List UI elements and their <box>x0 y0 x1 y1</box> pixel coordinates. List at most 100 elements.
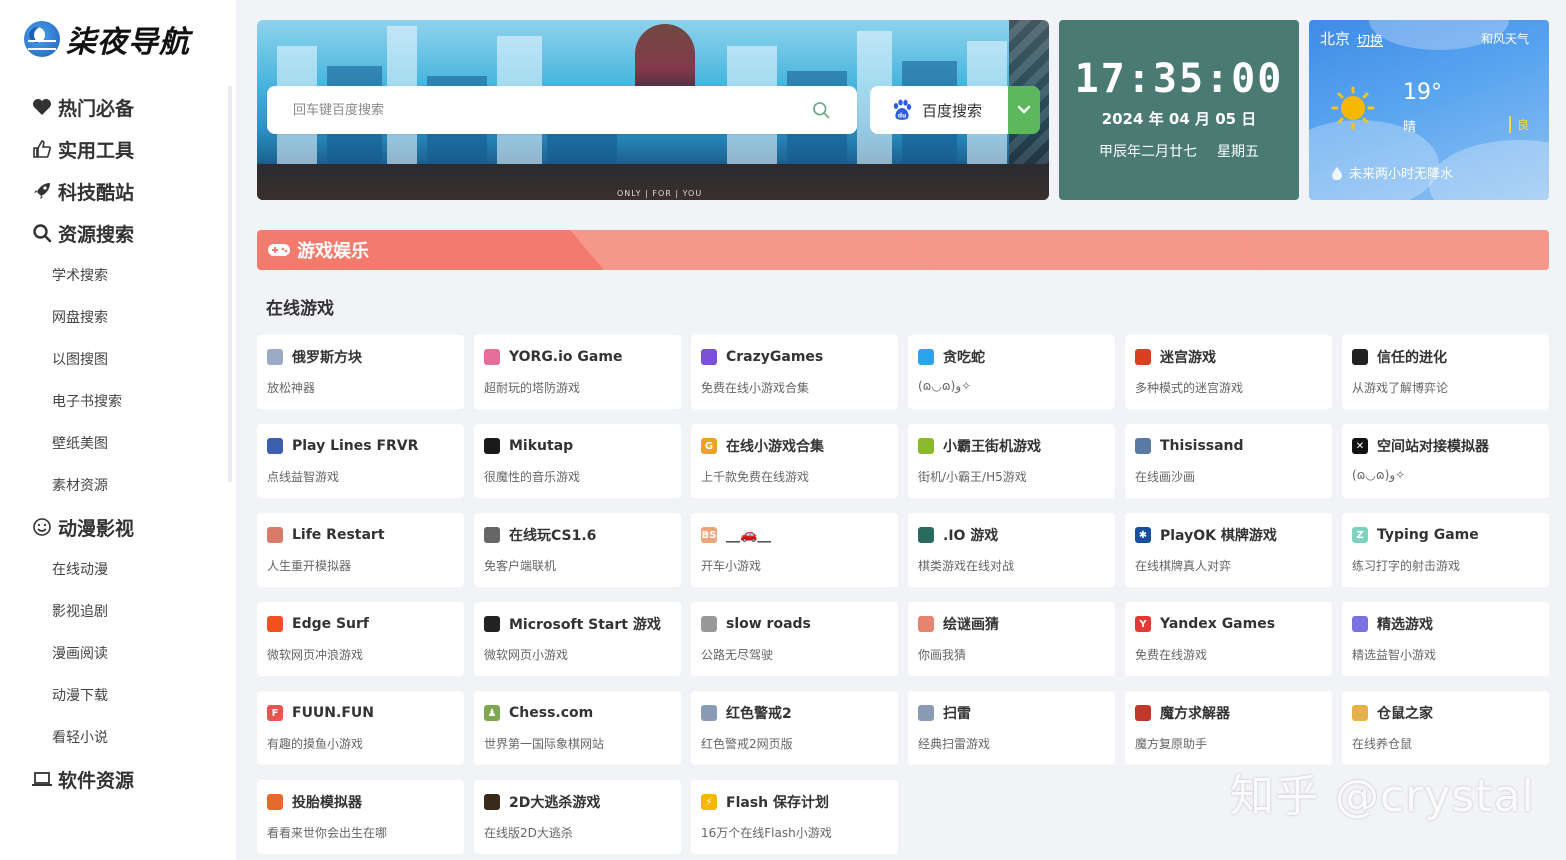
site-card[interactable]: Y Yandex Games 免费在线游戏 <box>1125 602 1332 676</box>
sidebar-category[interactable]: 实用工具 <box>0 128 230 170</box>
sidebar-subitem[interactable]: 以图搜图 <box>0 338 230 380</box>
sidebar-category[interactable]: 动漫影视 <box>0 506 230 548</box>
weather-temperature: 19° <box>1403 80 1442 105</box>
site-card[interactable]: 绘谜画猜 你画我猜 <box>908 602 1115 676</box>
site-card[interactable]: 贪吃蛇 (ɷ◡ɷ)و✧ <box>908 335 1115 409</box>
site-card[interactable]: YORG.io Game 超耐玩的塔防游戏 <box>474 335 681 409</box>
site-card[interactable]: CrazyGames 免费在线小游戏合集 <box>691 335 898 409</box>
site-favicon-icon <box>484 527 500 543</box>
site-card-title: .IO 游戏 <box>943 528 999 544</box>
site-card[interactable]: Microsoft Start 游戏 微软网页小游戏 <box>474 602 681 676</box>
site-card[interactable]: BS __🚗__ 开车小游戏 <box>691 513 898 587</box>
site-card-title: Microsoft Start 游戏 <box>509 617 661 633</box>
site-card[interactable]: 魔方求解器 魔方复原助手 <box>1125 691 1332 765</box>
site-card-title: 红色警戒2 <box>726 706 792 722</box>
site-favicon-icon <box>701 349 717 365</box>
site-card[interactable]: 俄罗斯方块 放松神器 <box>257 335 464 409</box>
sidebar-subitem[interactable]: 动漫下载 <box>0 674 230 716</box>
site-card[interactable]: 小霸王街机游戏 街机/小霸王/H5游戏 <box>908 424 1115 498</box>
site-favicon-icon <box>918 438 934 454</box>
site-favicon-icon <box>918 616 934 632</box>
site-card[interactable]: Z Typing Game 练习打字的射击游戏 <box>1342 513 1549 587</box>
site-favicon-icon <box>918 527 934 543</box>
engine-dropdown-button[interactable] <box>1008 86 1040 134</box>
site-logo[interactable]: 柒夜导航 <box>24 18 190 60</box>
sidebar-subitem[interactable]: 影视追剧 <box>0 590 230 632</box>
site-card[interactable]: ⚡ Flash 保存计划 16万个在线Flash小游戏 <box>691 780 898 854</box>
site-card[interactable]: Play Lines FRVR 点线益智游戏 <box>257 424 464 498</box>
sidebar-category[interactable]: 资源搜索 <box>0 212 230 254</box>
sidebar-item-label: 资源搜索 <box>58 223 135 246</box>
section-header-games: 游戏娱乐 <box>257 230 1549 270</box>
sidebar-category[interactable]: 软件资源 <box>0 758 230 800</box>
site-card-title: YORG.io Game <box>509 349 623 365</box>
site-card[interactable]: Thisissand 在线画沙画 <box>1125 424 1332 498</box>
sidebar-category[interactable]: 科技酷站 <box>0 170 230 212</box>
sidebar-subitem[interactable]: 壁纸美图 <box>0 422 230 464</box>
site-card-description: 你画我猜 <box>918 648 967 662</box>
site-card[interactable]: ♟ Chess.com 世界第一国际象棋网站 <box>474 691 681 765</box>
site-card-description: 棋类游戏在线对战 <box>918 559 1015 573</box>
site-card[interactable]: 精选游戏精选益智小游戏 <box>1342 602 1549 676</box>
site-card[interactable]: Edge Surf 微软网页冲浪游戏 <box>257 602 464 676</box>
site-card[interactable]: ✱ PlayOK 棋牌游戏 在线棋牌真人对弈 <box>1125 513 1332 587</box>
site-favicon-icon: G <box>701 438 717 454</box>
site-card[interactable]: 仓鼠之家 在线养仓鼠 <box>1342 691 1549 765</box>
site-card-title: 精选游戏 <box>1377 617 1433 633</box>
sidebar-subitem[interactable]: 网盘搜索 <box>0 296 230 338</box>
site-favicon-icon <box>484 794 500 810</box>
site-card[interactable]: slow roads 公路无尽驾驶 <box>691 602 898 676</box>
site-card[interactable]: 迷宫游戏 多种模式的迷宫游戏 <box>1125 335 1332 409</box>
section-title: 游戏娱乐 <box>297 241 369 262</box>
sidebar-subitem[interactable]: 看轻小说 <box>0 716 230 758</box>
site-card-title: 贪吃蛇 <box>943 350 985 366</box>
sidebar-item-label: 动漫影视 <box>58 517 135 540</box>
site-card-description: 精选益智小游戏 <box>1352 648 1437 662</box>
site-card[interactable]: 信任的进化 从游戏了解博弈论 <box>1342 335 1549 409</box>
sidebar-subitem[interactable]: 素材资源 <box>0 464 230 506</box>
sidebar-subitem[interactable]: 在线动漫 <box>0 548 230 590</box>
sidebar-item-label: 实用工具 <box>58 139 135 162</box>
search-input[interactable] <box>293 102 811 118</box>
site-card-description: 很魔性的音乐游戏 <box>484 470 581 484</box>
site-card[interactable]: 2D大逃杀游戏 在线版2D大逃杀 <box>474 780 681 854</box>
raindrop-icon <box>1332 166 1342 180</box>
tab-online-games[interactable]: 在线游戏 <box>266 294 334 319</box>
sidebar-item-label: 影视追剧 <box>52 604 108 620</box>
site-favicon-icon <box>267 616 283 632</box>
site-card[interactable]: Mikutap 很魔性的音乐游戏 <box>474 424 681 498</box>
site-card[interactable]: 扫雷 经典扫雷游戏 <box>908 691 1115 765</box>
site-favicon-icon: ✕ <box>1352 438 1368 454</box>
sidebar-item-label: 学术搜索 <box>52 268 108 284</box>
site-card[interactable]: F FUUN.FUN 有趣的摸鱼小游戏 <box>257 691 464 765</box>
sidebar-subitem[interactable]: 学术搜索 <box>0 254 230 296</box>
gamepad-icon <box>267 238 291 262</box>
site-card[interactable]: G 在线小游戏合集 上千款免费在线游戏 <box>691 424 898 498</box>
sidebar-scrollbar[interactable] <box>228 86 232 482</box>
sidebar-category[interactable]: 热门必备 <box>0 86 230 128</box>
logo-icon <box>24 21 60 57</box>
site-favicon-icon <box>267 349 283 365</box>
site-card-title: Edge Surf <box>292 616 370 632</box>
site-card[interactable]: .IO 游戏棋类游戏在线对战 <box>908 513 1115 587</box>
site-card[interactable]: 红色警戒2 红色警戒2网页版 <box>691 691 898 765</box>
site-card-description: (ɷ◡ɷ)و✧ <box>918 379 972 393</box>
site-card-title: Life Restart <box>292 527 385 543</box>
sidebar-subitem[interactable]: 漫画阅读 <box>0 632 230 674</box>
site-favicon-icon <box>484 616 500 632</box>
chevron-down-icon <box>1017 105 1031 114</box>
site-card[interactable]: 在线玩CS1.6 免客户端联机 <box>474 513 681 587</box>
sidebar-subitem[interactable]: 电子书搜索 <box>0 380 230 422</box>
weather-brand-link[interactable]: 和风天气 <box>1481 30 1529 47</box>
site-card[interactable]: Life Restart 人生重开模拟器 <box>257 513 464 587</box>
search-icon[interactable] <box>811 100 831 120</box>
site-card-description: 上千款免费在线游戏 <box>701 470 810 484</box>
site-card-title: 仓鼠之家 <box>1377 706 1433 722</box>
search-engine-selector[interactable]: du 百度搜索 <box>870 86 1040 134</box>
site-card-title: Play Lines FRVR <box>292 438 419 454</box>
sidebar-item-label: 漫画阅读 <box>52 646 108 662</box>
site-card[interactable]: ✕ 空间站对接模拟器 (ɷ◡ɷ)و✧ <box>1342 424 1549 498</box>
weather-switch-link[interactable]: 切换 <box>1357 30 1383 49</box>
site-card[interactable]: 投胎模拟器 看看来世你会出生在哪 <box>257 780 464 854</box>
site-card-title: slow roads <box>726 616 811 632</box>
